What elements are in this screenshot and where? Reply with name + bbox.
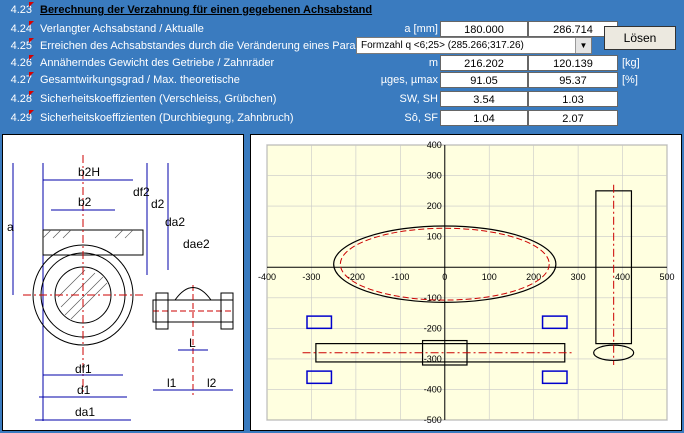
x-tick-label: -400 bbox=[258, 272, 276, 282]
gear-diagram: b2H b2 df2 d2 da2 dae2 a df1 d1 da1 L l1… bbox=[7, 155, 234, 421]
comment-marker-icon bbox=[29, 72, 34, 77]
row-label: Sicherheitskoeffizienten (Verschleiss, G… bbox=[40, 93, 277, 105]
y-tick-label: 100 bbox=[427, 232, 442, 242]
x-tick-label: 0 bbox=[442, 272, 447, 282]
row-number: 4.28 bbox=[10, 93, 32, 105]
label-L: L bbox=[189, 336, 196, 350]
label-df2: df2 bbox=[133, 185, 150, 199]
param-row: 4.24 Verlangter Achsabstand / Aktualle a [… bbox=[0, 21, 684, 38]
layout-chart: -400 -300 -200 -100 0 100 200 300 400 500 400 300 20… bbox=[258, 140, 675, 425]
value-cell-1[interactable]: 3.54 bbox=[440, 91, 528, 107]
y-tick-label: -400 bbox=[424, 384, 442, 394]
row-number: 4.25 bbox=[10, 40, 32, 52]
comment-marker-icon bbox=[29, 110, 34, 115]
value-cell-1[interactable]: 180.000 bbox=[440, 21, 528, 37]
value-cell-2[interactable]: 120.139 bbox=[528, 55, 618, 71]
x-tick-label: -300 bbox=[302, 272, 320, 282]
label-b2H: b2H bbox=[78, 165, 100, 179]
row-unit-right: [kg] bbox=[622, 57, 640, 69]
value-cell-2[interactable]: 2.07 bbox=[528, 110, 618, 126]
x-tick-label: 400 bbox=[615, 272, 630, 282]
chart-panel: -400 -300 -200 -100 0 100 200 300 400 500 400 300 20… bbox=[250, 134, 682, 431]
x-tick-label: 100 bbox=[482, 272, 497, 282]
y-tick-label: 400 bbox=[427, 140, 442, 150]
row-unit: SW, SH bbox=[399, 93, 438, 105]
param-row: 4.29 Sicherheitskoeffizienten (Durchbiegu… bbox=[0, 110, 684, 127]
param-row: 4.27 Gesamtwirkungsgrad / Max. theoretisc… bbox=[0, 72, 684, 89]
label-d2: d2 bbox=[151, 197, 165, 211]
y-tick-label: 200 bbox=[427, 201, 442, 211]
dropdown-value: Formzahl q <6;25> (285.266;317.26) bbox=[361, 40, 524, 51]
y-tick-label: -500 bbox=[424, 415, 442, 425]
x-tick-label: 300 bbox=[571, 272, 586, 282]
row-number: 4.23 bbox=[10, 4, 32, 16]
parameter-dropdown[interactable]: Formzahl q <6;25> (285.266;317.26) ▼ bbox=[356, 37, 592, 54]
x-tick-label: -100 bbox=[391, 272, 409, 282]
y-tick-label: 300 bbox=[427, 171, 442, 181]
y-tick-label: -200 bbox=[424, 323, 442, 333]
row-unit: a [mm] bbox=[404, 23, 438, 35]
label-l1: l1 bbox=[167, 376, 177, 390]
value-cell-2[interactable]: 1.03 bbox=[528, 91, 618, 107]
comment-marker-icon bbox=[29, 38, 34, 43]
row-number: 4.27 bbox=[10, 74, 32, 86]
label-b2: b2 bbox=[78, 195, 92, 209]
param-row: 4.23 Berechnung der Verzahnung für einen … bbox=[0, 2, 684, 19]
row-label: Annäherndes Gewicht des Getriebe / Zahnr… bbox=[40, 57, 275, 69]
chevron-down-icon[interactable]: ▼ bbox=[575, 38, 591, 53]
row-label: Erreichen des Achsabstandes durch die Ve… bbox=[40, 40, 371, 52]
row-unit: Sô, SF bbox=[404, 112, 438, 124]
comment-marker-icon bbox=[29, 2, 34, 7]
value-cell-2[interactable]: 95.37 bbox=[528, 72, 618, 88]
label-da1: da1 bbox=[75, 405, 95, 419]
y-tick-label: -100 bbox=[424, 293, 442, 303]
comment-marker-icon bbox=[29, 55, 34, 60]
x-tick-label: 200 bbox=[526, 272, 541, 282]
row-label: Sicherheitskoeffizienten (Durchbiegung, … bbox=[40, 112, 294, 124]
label-dae2: dae2 bbox=[183, 237, 210, 251]
gear-diagram-panel: b2H b2 df2 d2 da2 dae2 a df1 d1 da1 L l1… bbox=[2, 134, 244, 431]
value-cell-1[interactable]: 91.05 bbox=[440, 72, 528, 88]
row-label: Verlangter Achsabstand / Aktualle bbox=[40, 23, 204, 35]
x-tick-label: -200 bbox=[347, 272, 365, 282]
plot-area bbox=[266, 144, 668, 421]
value-cell-1[interactable]: 1.04 bbox=[440, 110, 528, 126]
value-cell-1[interactable]: 216.202 bbox=[440, 55, 528, 71]
comment-marker-icon bbox=[29, 21, 34, 26]
row-number: 4.24 bbox=[10, 23, 32, 35]
label-l2: l2 bbox=[207, 376, 217, 390]
param-row: 4.28 Sicherheitskoeffizienten (Verschleis… bbox=[0, 91, 684, 108]
label-d1: d1 bbox=[77, 383, 91, 397]
row-number: 4.26 bbox=[10, 57, 32, 69]
row-unit: µges, µmax bbox=[380, 74, 438, 86]
row-number: 4.29 bbox=[10, 112, 32, 124]
solve-button[interactable]: Lösen bbox=[604, 26, 676, 50]
row-unit-right: [%] bbox=[622, 74, 638, 86]
label-a: a bbox=[7, 220, 14, 234]
x-tick-label: 500 bbox=[659, 272, 674, 282]
row-label: Berechnung der Verzahnung für einen gege… bbox=[40, 4, 373, 16]
label-da2: da2 bbox=[165, 215, 185, 229]
row-label: Gesamtwirkungsgrad / Max. theoretische bbox=[40, 74, 240, 86]
comment-marker-icon bbox=[29, 91, 34, 96]
row-unit: m bbox=[428, 57, 438, 69]
label-df1: df1 bbox=[75, 362, 92, 376]
param-row: 4.26 Annäherndes Gewicht des Getriebe / Z… bbox=[0, 55, 684, 72]
